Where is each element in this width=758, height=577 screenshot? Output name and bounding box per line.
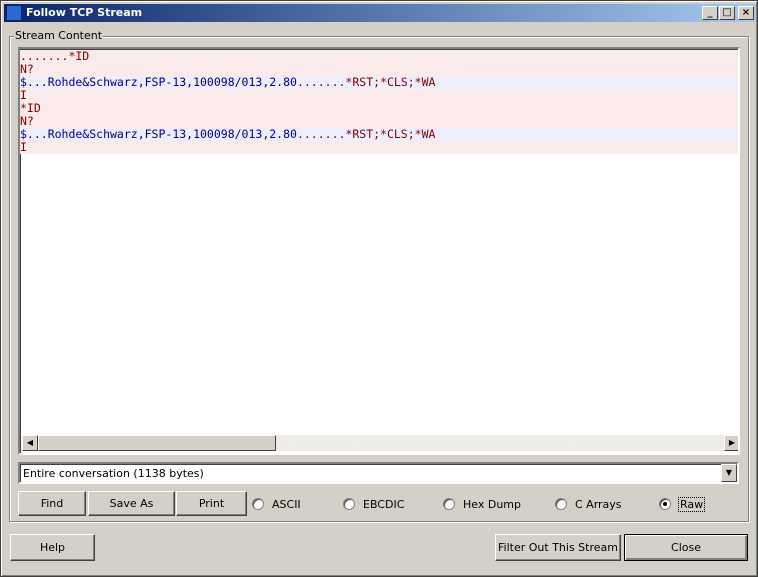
- maximize-button[interactable]: □: [719, 6, 735, 20]
- help-button[interactable]: Help: [10, 534, 95, 561]
- help-button-label: Help: [39, 541, 66, 554]
- title-bar[interactable]: Follow TCP Stream _ □ ×: [4, 4, 756, 22]
- stream-line: I: [20, 89, 738, 102]
- close-window-button[interactable]: ×: [738, 6, 754, 20]
- chevron-down-icon[interactable]: ▼: [721, 464, 737, 482]
- radio-hex-dump-circle[interactable]: [443, 498, 455, 510]
- stream-lines: .......*ID N? $...Rohde&Schwarz,FSP-13,100…: [20, 50, 738, 154]
- stream-line-text: *ID: [20, 101, 41, 115]
- radio-ebcdic[interactable]: EBCDIC: [343, 496, 404, 512]
- stream-line-text: $...Rohde&Schwarz,FSP-13,100098/013,2.80: [20, 75, 297, 89]
- save-as-button-label: Save As: [109, 497, 154, 510]
- window-title: Follow TCP Stream: [26, 6, 143, 19]
- radio-ascii[interactable]: ASCII: [252, 496, 301, 512]
- radio-hex-dump-label: Hex Dump: [463, 497, 521, 511]
- stream-line-text: .......*ID: [20, 49, 90, 63]
- save-as-button[interactable]: Save As: [88, 491, 175, 516]
- filter-out-stream-button-label: Filter Out This Stream: [498, 541, 618, 554]
- stream-content-label: Stream Content: [14, 29, 104, 42]
- conversation-select-value: Entire conversation (1138 bytes): [23, 467, 204, 480]
- close-button[interactable]: Close: [624, 534, 748, 561]
- stream-line-text: $...Rohde&Schwarz,FSP-13,100098/013,2.80: [20, 127, 297, 141]
- radio-raw-circle[interactable]: [659, 498, 671, 510]
- stream-line-text: N?: [20, 114, 34, 128]
- print-button[interactable]: Print: [176, 491, 247, 516]
- conversation-select[interactable]: Entire conversation (1138 bytes) ▼: [18, 462, 739, 484]
- stream-line: $...Rohde&Schwarz,FSP-13,100098/013,2.80…: [20, 76, 738, 89]
- radio-hex-dump[interactable]: Hex Dump: [443, 496, 521, 512]
- stream-line-text: N?: [20, 62, 34, 76]
- stream-content-textarea[interactable]: .......*ID N? $...Rohde&Schwarz,FSP-13,100…: [18, 47, 740, 455]
- print-button-label: Print: [198, 497, 225, 510]
- stream-line: I: [20, 141, 738, 154]
- radio-ebcdic-circle[interactable]: [343, 498, 355, 510]
- radio-c-arrays-label: C Arrays: [575, 497, 622, 511]
- stream-line: $...Rohde&Schwarz,FSP-13,100098/013,2.80…: [20, 128, 738, 141]
- radio-c-arrays[interactable]: C Arrays: [555, 496, 622, 512]
- stream-line-client-suffix: .......*RST;*CLS;*WA: [296, 127, 436, 141]
- stream-line: .......*ID: [20, 50, 738, 63]
- radio-raw[interactable]: Raw: [659, 496, 706, 512]
- find-button-label: Find: [40, 497, 64, 510]
- scrollbar-thumb[interactable]: [38, 435, 276, 451]
- radio-raw-label: Raw: [677, 496, 706, 512]
- radio-ascii-circle[interactable]: [252, 498, 264, 510]
- close-button-label: Close: [671, 541, 701, 554]
- radio-ascii-label: ASCII: [272, 497, 301, 511]
- scroll-right-icon[interactable]: ▶: [724, 435, 738, 451]
- scroll-left-icon[interactable]: ◀: [22, 435, 38, 451]
- wireshark-app-icon: [6, 5, 22, 21]
- filter-out-stream-button[interactable]: Filter Out This Stream: [495, 534, 621, 561]
- stream-line: *ID: [20, 102, 738, 115]
- stream-line-text: I: [20, 88, 27, 102]
- minimize-button[interactable]: _: [702, 6, 718, 20]
- horizontal-scrollbar[interactable]: ◀ ▶: [22, 435, 738, 451]
- stream-line-client-suffix: .......*RST;*CLS;*WA: [296, 75, 436, 89]
- find-button[interactable]: Find: [18, 491, 86, 516]
- radio-ebcdic-label: EBCDIC: [363, 497, 405, 511]
- radio-c-arrays-circle[interactable]: [555, 498, 567, 510]
- stream-line-text: I: [20, 140, 27, 154]
